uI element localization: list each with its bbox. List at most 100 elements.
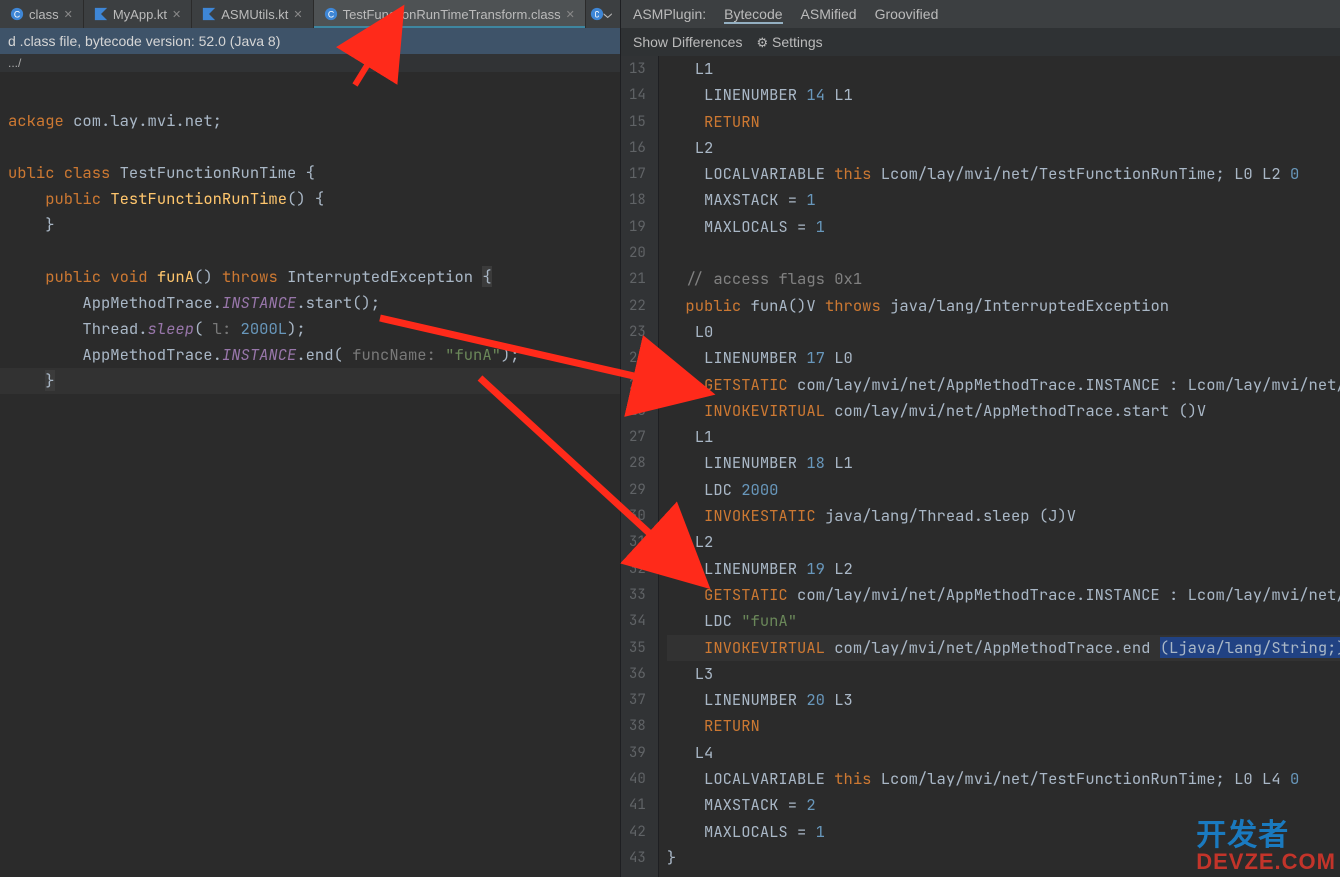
bytecode-line: L3 — [667, 661, 1340, 687]
code-line: ackage com.lay.mvi.net; — [0, 108, 620, 134]
gutter-line: 34 — [629, 608, 646, 634]
bytecode-line: L2 — [667, 529, 1340, 555]
source-code-area[interactable]: ackage com.lay.mvi.net; ublic class Test… — [0, 72, 620, 394]
gutter-line: 27 — [629, 424, 646, 450]
close-icon[interactable]: ✕ — [172, 8, 181, 21]
svg-text:C: C — [14, 10, 20, 20]
bytecode-line: RETURN — [667, 713, 1340, 739]
gutter-line: 32 — [629, 556, 646, 582]
plugin-tab-asmified[interactable]: ASMified — [801, 6, 857, 24]
gutter-line: 22 — [629, 293, 646, 319]
bytecode-line: L1 — [667, 424, 1340, 450]
close-icon[interactable]: ✕ — [566, 8, 575, 21]
gear-icon: ⚙ — [756, 35, 768, 50]
tab-label: MyApp.kt — [113, 7, 167, 22]
code-line: } — [0, 212, 620, 238]
bytecode-line: MAXSTACK = 2 — [667, 792, 1340, 818]
svg-text:C: C — [327, 10, 333, 20]
gutter-line: 33 — [629, 582, 646, 608]
gutter-line: 13 — [629, 56, 646, 82]
plugin-toolbar: Show Differences ⚙ Settings — [621, 28, 1340, 56]
left-editor-panel: Cclass ✕ MyApp.kt ✕ ASMUtils.kt ✕ C TestFunctio… — [0, 0, 620, 877]
asm-plugin-panel: ASMPlugin: Bytecode ASMified Groovified Sh… — [620, 0, 1340, 877]
gutter-line: 39 — [629, 740, 646, 766]
gutter-line: 36 — [629, 661, 646, 687]
gutter-line: 19 — [629, 214, 646, 240]
show-diff-button[interactable]: Show Differences — [633, 34, 742, 50]
tab-label: ASMUtils.kt — [221, 7, 288, 22]
gutter-line: 20 — [629, 240, 646, 266]
code-line: AppMethodTrace.INSTANCE.start(); — [0, 290, 620, 316]
bytecode-line: public funA()V throws java/lang/Interrup… — [667, 293, 1340, 319]
bytecode-line: INVOKEVIRTUAL com/lay/mvi/net/AppMethodT… — [667, 398, 1340, 424]
editor-tab[interactable]: MyApp.kt ✕ — [84, 0, 192, 28]
plugin-label: ASMPlugin: — [633, 6, 706, 22]
gutter-line: 26 — [629, 398, 646, 424]
bytecode-line: INVOKESTATIC java/lang/Thread.sleep (J)V — [667, 503, 1340, 529]
gutter-line: 23 — [629, 319, 646, 345]
bytecode-line: LINENUMBER 17 L0 — [667, 345, 1340, 371]
code-line — [0, 82, 620, 108]
svg-text:C: C — [594, 9, 599, 21]
gutter-line: 31 — [629, 529, 646, 555]
gutter-line: 37 — [629, 687, 646, 713]
bytecode-line: GETSTATIC com/lay/mvi/net/AppMethodTrace… — [667, 582, 1340, 608]
code-line: public TestFunctionRunTime() { — [0, 186, 620, 212]
bytecode-line: LDC 2000 — [667, 477, 1340, 503]
bytecode-line: LINENUMBER 14 L1 — [667, 82, 1340, 108]
watermark: 开发者 DEVZE.COM — [1196, 821, 1336, 873]
bytecode-line: LOCALVARIABLE this Lcom/lay/mvi/net/Test… — [667, 766, 1340, 792]
code-line: public void funA() throws InterruptedExc… — [0, 264, 620, 290]
plugin-tab-groovified[interactable]: Groovified — [875, 6, 939, 24]
plugin-tab-bar: ASMPlugin: Bytecode ASMified Groovified — [621, 0, 1340, 28]
bytecode-line: LDC "funA" — [667, 608, 1340, 634]
bytecode-line: LINENUMBER 20 L3 — [667, 687, 1340, 713]
bytecode-line: MAXSTACK = 1 — [667, 187, 1340, 213]
bytecode-line — [667, 240, 1340, 266]
gutter-line: 18 — [629, 187, 646, 213]
gutter-line: 38 — [629, 713, 646, 739]
settings-button[interactable]: ⚙ Settings — [756, 34, 822, 51]
gutter-line: 15 — [629, 109, 646, 135]
close-icon[interactable]: ✕ — [293, 8, 302, 21]
bytecode-line: GETSTATIC com/lay/mvi/net/AppMethodTrace… — [667, 372, 1340, 398]
editor-tab[interactable]: Cclass ✕ — [0, 0, 84, 28]
bytecode-view[interactable]: 1314151617181920212223242526272829303132… — [621, 56, 1340, 877]
tab-label: class — [29, 7, 59, 22]
gutter-line: 25 — [629, 372, 646, 398]
bytecode-line: L4 — [667, 740, 1340, 766]
bytecode-line: L1 — [667, 56, 1340, 82]
bytecode-line: // access flags 0x1 — [667, 266, 1340, 292]
gutter-line: 24 — [629, 345, 646, 371]
bytecode-line: L2 — [667, 135, 1340, 161]
gutter-line: 28 — [629, 450, 646, 476]
plugin-tab-bytecode[interactable]: Bytecode — [724, 6, 782, 24]
gutter-line: 14 — [629, 82, 646, 108]
breadcrumb: .../ — [0, 54, 620, 72]
editor-tab[interactable]: ASMUtils.kt ✕ — [192, 0, 313, 28]
editor-tabs: Cclass ✕ MyApp.kt ✕ ASMUtils.kt ✕ C TestFunctio… — [0, 0, 620, 28]
gutter-line: 41 — [629, 792, 646, 818]
bytecode-line: INVOKEVIRTUAL com/lay/mvi/net/AppMethodT… — [667, 635, 1340, 661]
code-line: ublic class TestFunctionRunTime { — [0, 160, 620, 186]
gutter-line: 16 — [629, 135, 646, 161]
gutter-line: 40 — [629, 766, 646, 792]
code-line: Thread.sleep( l: 2000L); — [0, 316, 620, 342]
tab-label: TestFunctionRunTimeTransform.class — [343, 7, 561, 22]
gutter-line: 21 — [629, 266, 646, 292]
class-info-bar: d .class file, bytecode version: 52.0 (J… — [0, 28, 620, 54]
line-gutter: 1314151617181920212223242526272829303132… — [621, 56, 659, 877]
bytecode-line: LOCALVARIABLE this Lcom/lay/mvi/net/Test… — [667, 161, 1340, 187]
close-icon[interactable]: ✕ — [64, 8, 73, 21]
bytecode-code[interactable]: L1 LINENUMBER 14 L1 RETURN L2 LOCALVARIA… — [659, 56, 1340, 877]
tabs-overflow-button[interactable]: C⌄ — [586, 0, 616, 28]
code-line: } — [0, 368, 620, 394]
gutter-line: 35 — [629, 635, 646, 661]
bytecode-line: LINENUMBER 18 L1 — [667, 450, 1340, 476]
editor-tab[interactable]: C TestFunctionRunTimeTransform.class ✕ — [314, 0, 586, 28]
bytecode-line: LINENUMBER 19 L2 — [667, 556, 1340, 582]
gutter-line: 43 — [629, 845, 646, 871]
code-line: AppMethodTrace.INSTANCE.end( funcName: "… — [0, 342, 620, 368]
bytecode-line: L0 — [667, 319, 1340, 345]
gutter-line: 42 — [629, 819, 646, 845]
